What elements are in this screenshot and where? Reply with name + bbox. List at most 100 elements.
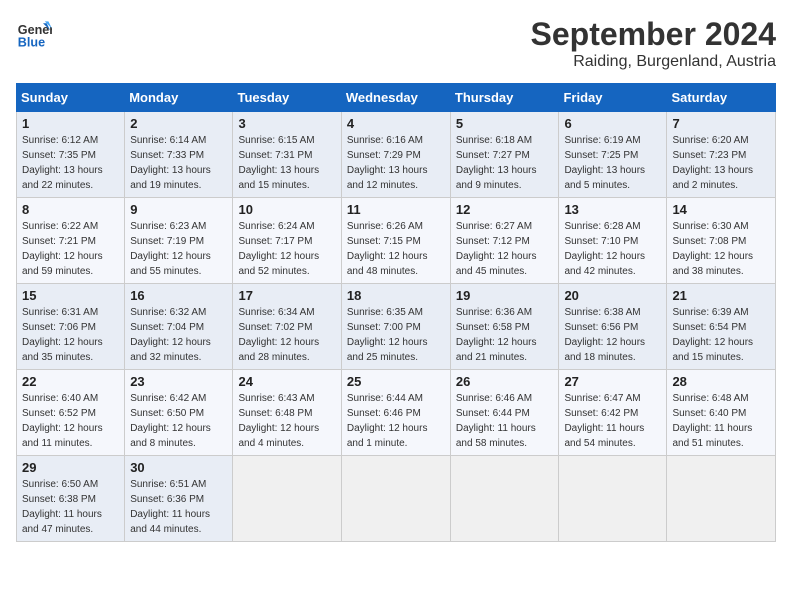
page-header: General Blue General Blue September 2024… <box>16 16 776 71</box>
logo-icon: General Blue <box>16 16 52 52</box>
day-number: 1 <box>22 116 119 131</box>
calendar-cell <box>450 456 559 542</box>
day-detail: Sunrise: 6:20 AMSunset: 7:23 PMDaylight:… <box>672 133 770 193</box>
day-detail: Sunrise: 6:28 AMSunset: 7:10 PMDaylight:… <box>564 219 661 279</box>
calendar-cell: 14 Sunrise: 6:30 AMSunset: 7:08 PMDayligh… <box>667 198 776 284</box>
day-number: 7 <box>672 116 770 131</box>
day-detail: Sunrise: 6:46 AMSunset: 6:44 PMDaylight:… <box>456 391 554 451</box>
calendar-cell: 7 Sunrise: 6:20 AMSunset: 7:23 PMDaylight… <box>667 112 776 198</box>
calendar-cell: 26Sunrise: 6:46 AMSunset: 6:44 PMDayligh… <box>450 370 559 456</box>
calendar-cell: 13 Sunrise: 6:28 AMSunset: 7:10 PMDayligh… <box>559 198 667 284</box>
day-number: 25 <box>347 374 445 389</box>
day-detail: Sunrise: 6:14 AMSunset: 7:33 PMDaylight:… <box>130 133 227 193</box>
calendar-cell: 30 Sunrise: 6:51 AMSunset: 6:36 PMDayligh… <box>125 456 233 542</box>
day-detail: Sunrise: 6:51 AMSunset: 6:36 PMDaylight:… <box>130 477 227 537</box>
day-detail: Sunrise: 6:48 AMSunset: 6:40 PMDaylight:… <box>672 391 770 451</box>
calendar-cell: 17Sunrise: 6:34 AMSunset: 7:02 PMDayligh… <box>233 284 341 370</box>
day-detail: Sunrise: 6:31 AMSunset: 7:06 PMDaylight:… <box>22 305 119 365</box>
day-detail: Sunrise: 6:30 AMSunset: 7:08 PMDaylight:… <box>672 219 770 279</box>
calendar-cell <box>667 456 776 542</box>
day-number: 20 <box>564 288 661 303</box>
day-detail: Sunrise: 6:12 AMSunset: 7:35 PMDaylight:… <box>22 133 119 193</box>
calendar-cell: 8Sunrise: 6:22 AMSunset: 7:21 PMDaylight… <box>17 198 125 284</box>
weekday-header-thursday: Thursday <box>450 84 559 112</box>
day-number: 13 <box>564 202 661 217</box>
day-number: 23 <box>130 374 227 389</box>
calendar-cell: 3 Sunrise: 6:15 AMSunset: 7:31 PMDaylight… <box>233 112 341 198</box>
month-title: September 2024 <box>531 16 776 53</box>
calendar-cell: 11 Sunrise: 6:26 AMSunset: 7:15 PMDayligh… <box>341 198 450 284</box>
calendar-cell: 6 Sunrise: 6:19 AMSunset: 7:25 PMDaylight… <box>559 112 667 198</box>
day-detail: Sunrise: 6:40 AMSunset: 6:52 PMDaylight:… <box>22 391 119 451</box>
calendar-cell: 18Sunrise: 6:35 AMSunset: 7:00 PMDayligh… <box>341 284 450 370</box>
day-detail: Sunrise: 6:26 AMSunset: 7:15 PMDaylight:… <box>347 219 445 279</box>
day-number: 11 <box>347 202 445 217</box>
calendar-cell: 16 Sunrise: 6:32 AMSunset: 7:04 PMDayligh… <box>125 284 233 370</box>
day-number: 19 <box>456 288 554 303</box>
day-number: 27 <box>564 374 661 389</box>
day-detail: Sunrise: 6:44 AMSunset: 6:46 PMDaylight:… <box>347 391 445 451</box>
day-detail: Sunrise: 6:27 AMSunset: 7:12 PMDaylight:… <box>456 219 554 279</box>
day-number: 14 <box>672 202 770 217</box>
calendar-cell: 19 Sunrise: 6:36 AMSunset: 6:58 PMDayligh… <box>450 284 559 370</box>
calendar-cell: 12 Sunrise: 6:27 AMSunset: 7:12 PMDayligh… <box>450 198 559 284</box>
calendar-cell <box>559 456 667 542</box>
day-detail: Sunrise: 6:32 AMSunset: 7:04 PMDaylight:… <box>130 305 227 365</box>
day-detail: Sunrise: 6:36 AMSunset: 6:58 PMDaylight:… <box>456 305 554 365</box>
calendar-cell: 15 Sunrise: 6:31 AMSunset: 7:06 PMDayligh… <box>17 284 125 370</box>
location-title: Raiding, Burgenland, Austria <box>531 53 776 71</box>
calendar-week-2: 8Sunrise: 6:22 AMSunset: 7:21 PMDaylight… <box>17 198 776 284</box>
weekday-header-wednesday: Wednesday <box>341 84 450 112</box>
calendar-cell: 5Sunrise: 6:18 AMSunset: 7:27 PMDaylight… <box>450 112 559 198</box>
day-number: 3 <box>238 116 335 131</box>
day-number: 15 <box>22 288 119 303</box>
weekday-header-tuesday: Tuesday <box>233 84 341 112</box>
calendar-week-3: 15 Sunrise: 6:31 AMSunset: 7:06 PMDayligh… <box>17 284 776 370</box>
day-detail: Sunrise: 6:50 AMSunset: 6:38 PMDaylight:… <box>22 477 119 537</box>
calendar-cell <box>341 456 450 542</box>
day-detail: Sunrise: 6:47 AMSunset: 6:42 PMDaylight:… <box>564 391 661 451</box>
weekday-header-friday: Friday <box>559 84 667 112</box>
day-detail: Sunrise: 6:24 AMSunset: 7:17 PMDaylight:… <box>238 219 335 279</box>
calendar-week-4: 22Sunrise: 6:40 AMSunset: 6:52 PMDayligh… <box>17 370 776 456</box>
day-number: 21 <box>672 288 770 303</box>
calendar-cell: 20 Sunrise: 6:38 AMSunset: 6:56 PMDayligh… <box>559 284 667 370</box>
day-detail: Sunrise: 6:19 AMSunset: 7:25 PMDaylight:… <box>564 133 661 193</box>
day-number: 10 <box>238 202 335 217</box>
calendar-cell: 28 Sunrise: 6:48 AMSunset: 6:40 PMDayligh… <box>667 370 776 456</box>
weekday-header-sunday: Sunday <box>17 84 125 112</box>
calendar-week-1: 1 Sunrise: 6:12 AMSunset: 7:35 PMDaylight… <box>17 112 776 198</box>
calendar-cell: 24Sunrise: 6:43 AMSunset: 6:48 PMDayligh… <box>233 370 341 456</box>
day-number: 2 <box>130 116 227 131</box>
day-number: 6 <box>564 116 661 131</box>
calendar-cell: 22Sunrise: 6:40 AMSunset: 6:52 PMDayligh… <box>17 370 125 456</box>
day-number: 28 <box>672 374 770 389</box>
calendar-cell: 1 Sunrise: 6:12 AMSunset: 7:35 PMDaylight… <box>17 112 125 198</box>
calendar-cell: 25 Sunrise: 6:44 AMSunset: 6:46 PMDayligh… <box>341 370 450 456</box>
day-detail: Sunrise: 6:43 AMSunset: 6:48 PMDaylight:… <box>238 391 335 451</box>
calendar-cell: 29 Sunrise: 6:50 AMSunset: 6:38 PMDayligh… <box>17 456 125 542</box>
calendar-cell: 2 Sunrise: 6:14 AMSunset: 7:33 PMDaylight… <box>125 112 233 198</box>
calendar-table: SundayMondayTuesdayWednesdayThursdayFrid… <box>16 83 776 542</box>
calendar-cell: 27 Sunrise: 6:47 AMSunset: 6:42 PMDayligh… <box>559 370 667 456</box>
calendar-cell: 21 Sunrise: 6:39 AMSunset: 6:54 PMDayligh… <box>667 284 776 370</box>
day-number: 12 <box>456 202 554 217</box>
day-detail: Sunrise: 6:34 AMSunset: 7:02 PMDaylight:… <box>238 305 335 365</box>
day-detail: Sunrise: 6:15 AMSunset: 7:31 PMDaylight:… <box>238 133 335 193</box>
day-detail: Sunrise: 6:22 AMSunset: 7:21 PMDaylight:… <box>22 219 119 279</box>
day-number: 30 <box>130 460 227 475</box>
day-detail: Sunrise: 6:39 AMSunset: 6:54 PMDaylight:… <box>672 305 770 365</box>
day-detail: Sunrise: 6:42 AMSunset: 6:50 PMDaylight:… <box>130 391 227 451</box>
day-detail: Sunrise: 6:38 AMSunset: 6:56 PMDaylight:… <box>564 305 661 365</box>
title-block: September 2024 Raiding, Burgenland, Aust… <box>531 16 776 71</box>
calendar-cell: 4 Sunrise: 6:16 AMSunset: 7:29 PMDaylight… <box>341 112 450 198</box>
calendar-cell: 23 Sunrise: 6:42 AMSunset: 6:50 PMDayligh… <box>125 370 233 456</box>
day-number: 29 <box>22 460 119 475</box>
svg-text:Blue: Blue <box>18 36 45 50</box>
day-number: 16 <box>130 288 227 303</box>
calendar-body: 1 Sunrise: 6:12 AMSunset: 7:35 PMDaylight… <box>17 112 776 542</box>
weekday-header-monday: Monday <box>125 84 233 112</box>
day-number: 9 <box>130 202 227 217</box>
day-number: 4 <box>347 116 445 131</box>
day-detail: Sunrise: 6:16 AMSunset: 7:29 PMDaylight:… <box>347 133 445 193</box>
